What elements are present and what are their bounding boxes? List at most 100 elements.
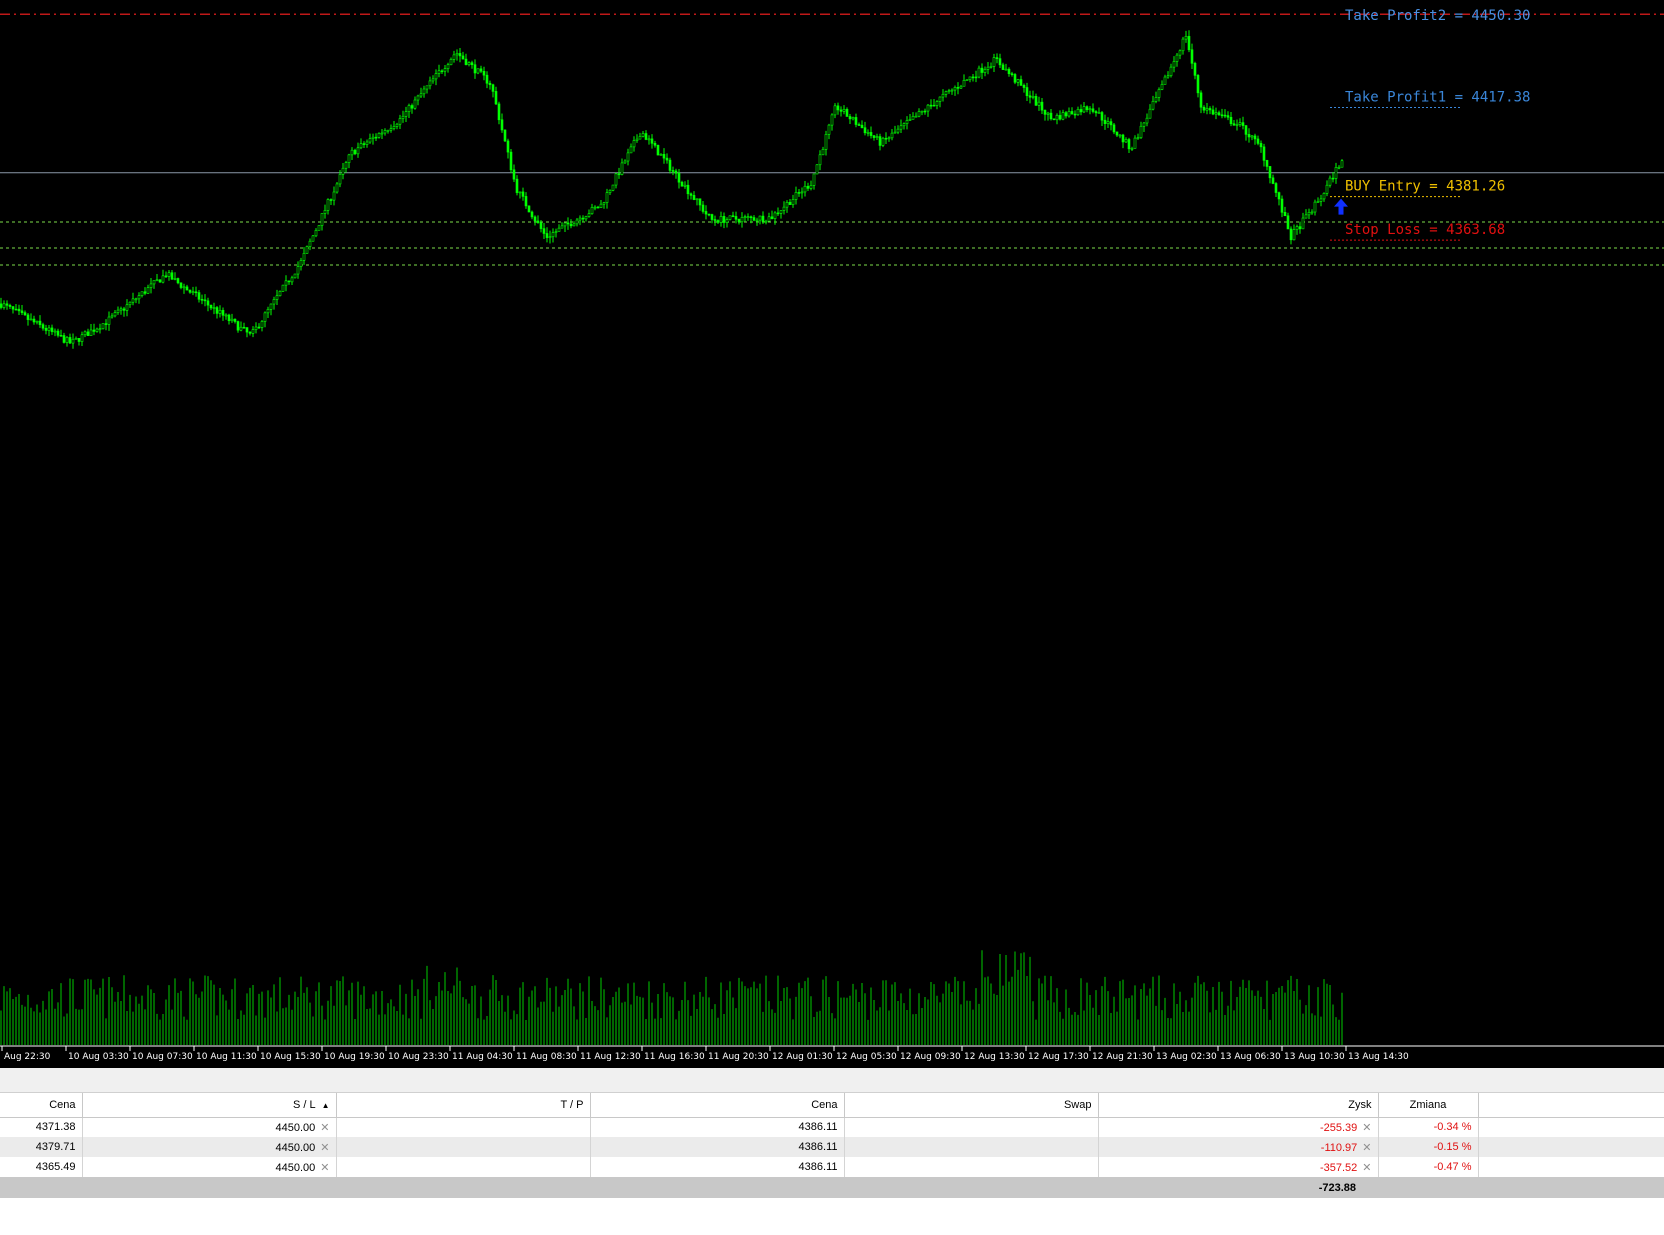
tp-cell[interactable] (336, 1137, 591, 1157)
remove-sl-icon[interactable]: ✕ (320, 1161, 329, 1174)
close-position-icon[interactable]: ✕ (1362, 1141, 1371, 1154)
col-header-tp[interactable]: T / P (336, 1093, 591, 1118)
candle-body (656, 144, 660, 156)
candle-body (941, 93, 945, 98)
chart-canvas[interactable]: Take Profit2 = 4450.30 Take Profit1 = 441… (0, 0, 1664, 1068)
take-profit-2-label: Take Profit2 = 4450.30 (1345, 8, 1530, 24)
sl-cell[interactable]: 4450.00 ✕ (82, 1157, 337, 1177)
candle-body (1052, 118, 1056, 121)
candle-body (632, 140, 636, 148)
candle-body (263, 312, 267, 322)
table-row[interactable]: 4365.49 4450.00 ✕ 4386.11 -357.52 ✕ -0.47 … (0, 1157, 1664, 1177)
candle-body (434, 73, 438, 80)
candle-body (209, 304, 213, 309)
buy-signal-arrow-icon[interactable] (1334, 198, 1348, 215)
col-header-sl[interactable]: S / L ▲ (82, 1093, 337, 1118)
open-price-cell: 4365.49 (0, 1157, 83, 1177)
candle-body (530, 211, 534, 218)
col-header-swap[interactable]: Swap (844, 1093, 1099, 1118)
candle-body (974, 76, 978, 79)
col-header-profit[interactable]: Zysk (1098, 1093, 1379, 1118)
sl-cell[interactable]: 4450.00 ✕ (82, 1117, 337, 1137)
profit-cell: -110.97 ✕ (1098, 1137, 1379, 1157)
candle-body (272, 299, 276, 305)
candle-body (545, 233, 549, 238)
candle-body (1295, 226, 1299, 230)
candle-body (392, 126, 396, 129)
candle-body (830, 114, 834, 126)
candle-body (563, 222, 567, 227)
table-row[interactable]: 4379.71 4450.00 ✕ 4386.11 -110.97 ✕ -0.15 … (0, 1137, 1664, 1157)
candle-body (731, 215, 735, 218)
candle-body (794, 192, 798, 200)
candle-body (953, 87, 957, 91)
buy-arrow-shape (1334, 198, 1348, 215)
swap-cell (844, 1157, 1099, 1177)
candle-body (851, 117, 855, 120)
table-row[interactable]: 4371.38 4450.00 ✕ 4386.11 -255.39 ✕ -0.34 … (0, 1117, 1664, 1137)
candle-body (878, 136, 882, 146)
candle-body (1169, 66, 1173, 76)
empty-cell (1478, 1137, 1664, 1157)
candle-body (17, 308, 21, 312)
candle-body (371, 136, 375, 139)
time-label: 12 Aug 17:30 (1028, 1052, 1089, 1062)
candle-body (572, 223, 576, 227)
time-label: 10 Aug 15:30 (260, 1052, 321, 1062)
tp-cell[interactable] (336, 1157, 591, 1177)
candle-body (1058, 115, 1062, 120)
col-header-open-price[interactable]: Cena (0, 1093, 83, 1118)
profit-cell: -357.52 ✕ (1098, 1157, 1379, 1177)
candle-body (1205, 108, 1209, 111)
candle-body (1157, 89, 1161, 98)
col-header-price[interactable]: Cena (590, 1093, 845, 1118)
sl-cell[interactable]: 4450.00 ✕ (82, 1137, 337, 1157)
candle-body (965, 79, 969, 82)
candle-body (584, 216, 588, 220)
candle-body (1334, 167, 1338, 179)
time-label: 11 Aug 16:30 (644, 1052, 705, 1062)
candle-body (11, 306, 15, 310)
candle-body (413, 99, 417, 109)
candle-body (1073, 113, 1077, 116)
candle-body (89, 329, 93, 336)
tp-cell[interactable] (336, 1117, 591, 1137)
candle-body (959, 85, 963, 89)
price-chart[interactable]: Take Profit2 = 4450.30 Take Profit1 = 441… (0, 0, 1664, 1068)
candle-body (905, 120, 909, 124)
candle-body (335, 183, 339, 193)
candle-body (986, 66, 990, 70)
candle-body (302, 253, 306, 261)
candle-body (275, 295, 279, 300)
trade-table[interactable]: Cena S / L ▲ T / P Cena Swap Zysk Zmiana … (0, 1093, 1664, 1198)
candle-body (1292, 229, 1296, 241)
close-position-icon[interactable]: ✕ (1362, 1121, 1371, 1134)
candle-body (677, 172, 681, 183)
candle-body (1325, 184, 1329, 194)
candle-body (1055, 115, 1059, 121)
candle-body (1145, 117, 1149, 124)
remove-sl-icon[interactable]: ✕ (320, 1141, 329, 1154)
profit-value: -110.97 (1320, 1141, 1358, 1154)
candle-body (1316, 201, 1320, 203)
remove-sl-icon[interactable]: ✕ (320, 1121, 329, 1134)
candle-body (422, 88, 426, 95)
level-labels: Take Profit2 = 4450.30 Take Profit1 = 441… (1345, 8, 1530, 238)
candle-body (329, 199, 333, 201)
col-header-change[interactable]: Zmiana (1378, 1093, 1479, 1118)
candle-body (998, 58, 1002, 66)
candle-body (1181, 38, 1185, 52)
candle-body (437, 70, 441, 74)
candle-body (0, 303, 3, 308)
candle-body (536, 220, 540, 223)
candle-body (1148, 108, 1152, 119)
time-axis: Aug 22:30 10 Aug 03:30 10 Aug 07:30 10 Aug … (1, 1046, 1409, 1062)
candle-body (443, 68, 447, 72)
candle-body (374, 136, 378, 139)
candle-body (740, 217, 744, 223)
candle-body (719, 216, 723, 223)
close-position-icon[interactable]: ✕ (1362, 1161, 1371, 1174)
candle-body (1019, 79, 1023, 86)
candle-body (1106, 121, 1110, 124)
candle-body (1166, 75, 1170, 78)
